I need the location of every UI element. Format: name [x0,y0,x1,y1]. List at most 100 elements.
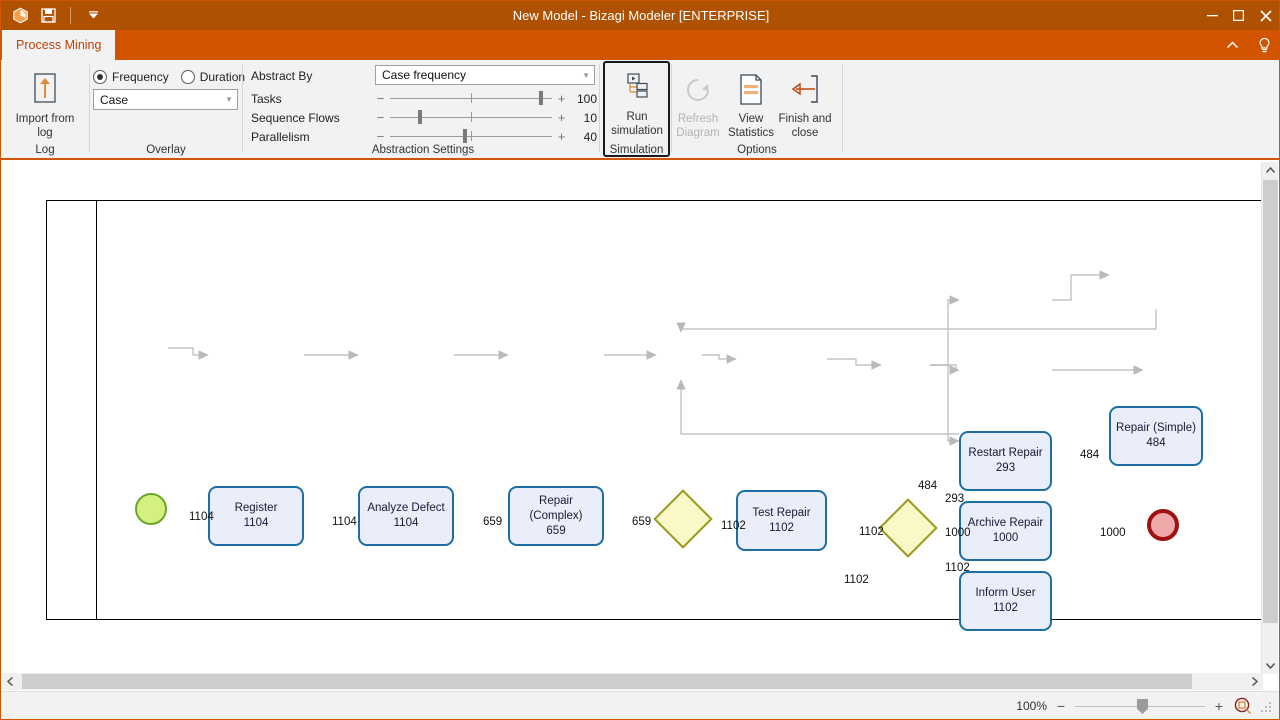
bizagi-logo-icon[interactable] [7,4,33,28]
zoom-fit-icon[interactable] [1233,696,1253,716]
slider-midtick [471,131,472,141]
group-label-abstraction: Abstraction Settings [371,144,475,156]
zoom-slider[interactable] [1075,698,1205,714]
sequence-flows-value: 10 [583,111,597,125]
sequence-flows-label: Sequence Flows [251,111,340,125]
task-repair-complex-name: Repair (Complex) [529,494,583,522]
task-inform-user-count: 1102 [993,602,1018,614]
close-button[interactable] [1251,1,1279,30]
window-controls [1199,1,1279,30]
edge-label-gw2-restart: 293 [945,493,965,505]
group-divider-5 [842,64,843,152]
bizagi-modeler-window: New Model - Bizagi Modeler [ENTERPRISE] … [0,0,1280,720]
edge-label-test-gw2: 1102 [859,526,884,538]
edge-label-analyze-repairc: 659 [483,516,503,528]
plus-icon[interactable]: + [556,91,567,106]
task-inform-user-name: Inform User [975,587,1036,599]
slider-midtick [471,93,472,103]
task-test-repair[interactable]: Test Repair 1102 [736,490,827,551]
chevron-down-icon[interactable] [80,4,106,28]
process-pool[interactable] [46,200,1278,620]
ribbon-group-abstraction: Abstract By Case frequency ▼ Tasks − + 1… [243,60,599,158]
window-title: New Model - Bizagi Modeler [ENTERPRISE] [512,8,770,23]
title-bar: New Model - Bizagi Modeler [ENTERPRISE] [1,1,1279,30]
chevron-down-icon: ▼ [225,95,233,104]
minimize-button[interactable] [1199,1,1225,30]
zoom-out-button[interactable]: − [1055,698,1067,714]
vertical-scrollbar[interactable] [1261,162,1278,674]
back-arrow-icon [789,68,821,112]
plus-icon[interactable]: + [556,129,567,144]
tasks-slider-thumb[interactable] [539,91,544,105]
scroll-left-icon[interactable] [2,673,19,690]
overlay-radio-group: Frequency Duration [93,70,245,84]
scroll-down-icon[interactable] [1262,657,1279,674]
task-analyze-defect[interactable]: Analyze Defect 1104 [358,486,454,546]
abstract-by-dropdown[interactable]: Case frequency ▼ [375,65,595,85]
start-event[interactable] [135,493,167,525]
lightbulb-icon[interactable] [1251,32,1277,58]
parallelism-slider-track[interactable] [390,128,552,144]
finish-and-close-button[interactable]: Finish and close [768,68,842,140]
group-label-options: Options [737,144,777,156]
task-repair-complex-count: 659 [546,524,566,537]
sequence-flows-slider[interactable]: − + [375,109,567,125]
sequence-flows-slider-track[interactable] [390,109,552,125]
parallelism-slider-thumb[interactable] [462,129,467,143]
tasks-slider-track[interactable] [390,90,552,106]
finish-close-label-line2: close [791,127,819,139]
abstract-by-label: Abstract By [251,69,313,83]
minus-icon[interactable]: − [375,91,386,106]
ribbon: Import from log Log Frequency Duration Ca… [1,60,1279,160]
save-icon[interactable] [35,4,61,28]
maximize-button[interactable] [1225,1,1251,30]
end-event[interactable] [1147,509,1179,541]
minus-icon[interactable]: − [375,129,386,144]
task-inform-user[interactable]: Inform User 1102 [959,571,1052,631]
plus-icon[interactable]: + [556,110,567,125]
ribbon-tabstrip-actions [1219,30,1277,60]
zoom-in-button[interactable]: + [1213,698,1225,714]
ribbon-tabstrip: Process Mining [1,30,1279,60]
parallelism-slider[interactable]: − + [375,128,567,144]
zoom-slider-thumb[interactable] [1137,699,1148,714]
tasks-slider[interactable]: − + [375,90,567,106]
edge-label-gw1-test: 1102 [721,520,746,532]
task-repair-complex[interactable]: Repair (Complex) 659 [508,486,604,546]
task-repair-simple[interactable]: Repair (Simple) 484 [1109,406,1203,466]
task-restart-repair-count: 293 [995,462,1016,474]
chevron-up-icon[interactable] [1219,32,1245,58]
scroll-up-icon[interactable] [1262,162,1279,179]
radio-duration-dot [180,70,195,84]
horizontal-scroll-thumb[interactable] [22,674,1192,689]
overlay-dropdown[interactable]: Case ▼ [93,89,238,110]
task-archive-repair[interactable]: Archive Repair 1000 [959,501,1052,561]
radio-duration[interactable]: Duration [180,70,245,84]
tasks-value: 100 [576,92,597,106]
sequence-flows-slider-thumb[interactable] [417,110,422,124]
task-test-repair-name: Test Repair [752,506,811,519]
task-analyze-defect-count: 1104 [393,517,419,529]
gateway-2[interactable] [878,498,938,558]
run-simulation-label-line1: Run [626,111,648,123]
task-restart-repair[interactable]: Restart Repair 293 [959,431,1052,491]
task-archive-repair-count: 1000 [992,532,1019,544]
ribbon-group-overlay: Frequency Duration Case ▼ Overlay [90,60,245,158]
edge-label-register-analyze: 1104 [332,516,357,528]
task-register[interactable]: Register 1104 [208,486,304,546]
scroll-right-icon[interactable] [1246,673,1263,690]
import-from-log-button[interactable]: Import from log [8,68,82,140]
view-statistics-label-line1: View [738,113,764,125]
radio-frequency[interactable]: Frequency [93,70,169,84]
vertical-scroll-thumb[interactable] [1263,180,1278,623]
minus-icon[interactable]: − [375,110,386,125]
gateway-1[interactable] [653,489,713,549]
horizontal-scrollbar[interactable] [2,673,1263,690]
resize-grip[interactable] [1261,700,1273,712]
tab-process-mining[interactable]: Process Mining [2,30,116,60]
diagram-canvas[interactable]: Register 1104 Analyze Defect 1104 Repair… [1,162,1279,674]
overlay-dropdown-value: Case [100,92,129,107]
task-register-name: Register [234,502,278,514]
edge-label-repairc-gw1: 659 [632,516,652,528]
radio-frequency-dot [93,70,107,84]
